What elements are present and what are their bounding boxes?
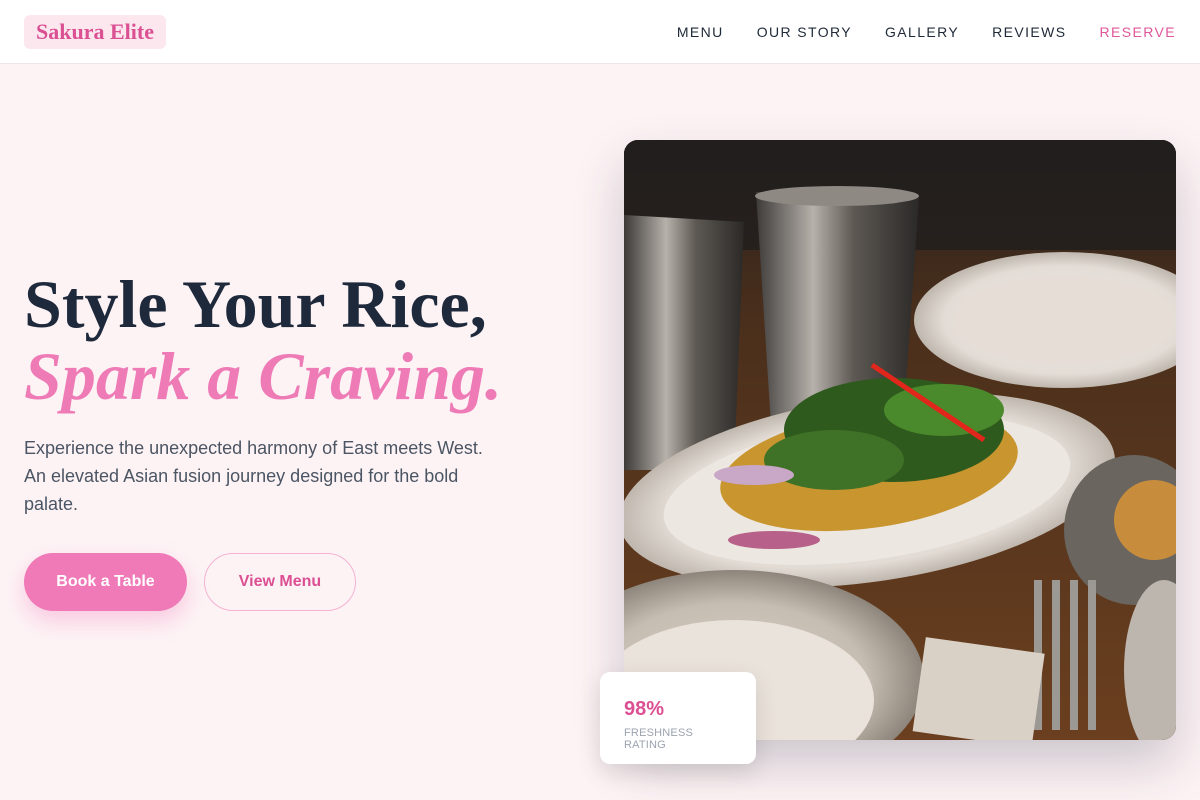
main-nav: MENU OUR STORY GALLERY REVIEWS RESERVE xyxy=(677,24,1176,40)
hero-title: Style Your Rice, Spark a Craving. xyxy=(24,268,564,412)
freshness-rating-card: 98% FRESHNESS RATING xyxy=(600,672,756,764)
view-menu-button[interactable]: View Menu xyxy=(204,553,356,611)
hero-tagline: Experience the unexpected harmony of Eas… xyxy=(24,438,483,514)
hero-food-photo xyxy=(624,140,1176,740)
navbar: Sakura Elite MENU OUR STORY GALLERY REVI… xyxy=(0,0,1200,64)
freshness-rating-label: FRESHNESS RATING xyxy=(624,727,694,751)
hero-section: Style Your Rice, Spark a Craving. Experi… xyxy=(24,268,564,518)
hero-title-line1: Style Your Rice, xyxy=(24,266,487,342)
nav-item-our-story[interactable]: OUR STORY xyxy=(757,24,852,40)
nav-item-gallery[interactable]: GALLERY xyxy=(885,24,959,40)
nav-item-menu[interactable]: MENU xyxy=(677,24,724,40)
hero-actions: Book a Table View Menu xyxy=(24,553,356,611)
brand-logo[interactable]: Sakura Elite xyxy=(24,14,166,49)
nav-item-reviews[interactable]: REVIEWS xyxy=(992,24,1066,40)
book-table-button[interactable]: Book a Table xyxy=(24,553,187,611)
freshness-rating-value: 98% xyxy=(624,698,665,720)
nav-item-reserve[interactable]: RESERVE xyxy=(1100,24,1176,40)
hero-title-line2: Spark a Craving. xyxy=(24,338,502,414)
